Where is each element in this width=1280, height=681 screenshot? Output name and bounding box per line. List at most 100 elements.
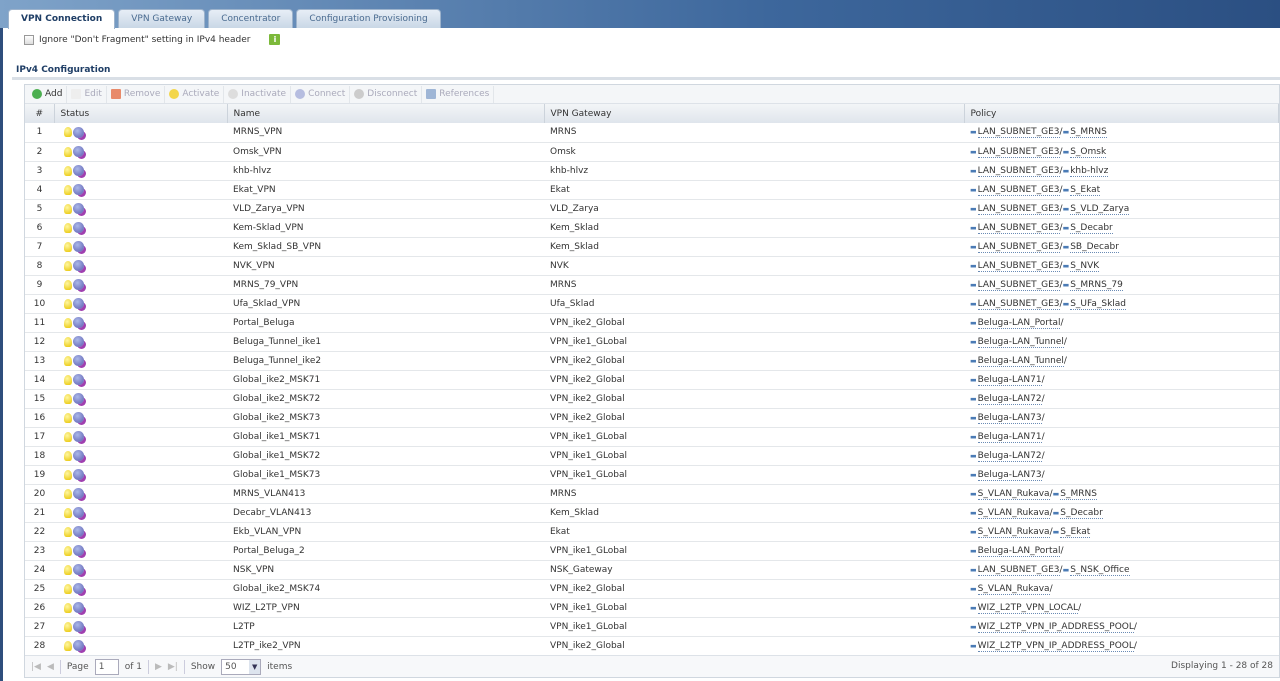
table-row[interactable]: 16 Global_ike2_MSK73 VPN_ike2_Global ▬Be… (25, 408, 1279, 428)
policy-link[interactable]: LAN_SUBNET_GE3 (977, 165, 1060, 177)
table-row[interactable]: 5 VLD_Zarya_VPN VLD_Zarya ▬LAN_SUBNET_GE… (25, 199, 1279, 219)
policy-link[interactable]: Beluga-LAN71 (977, 374, 1042, 386)
table-row[interactable]: 26 WIZ_L2TP_VPN VPN_ike1_GLobal ▬WIZ_L2T… (25, 598, 1279, 618)
references-button[interactable]: References (422, 85, 495, 103)
policy-link[interactable]: S_VLAN_Rukava (977, 526, 1050, 538)
policy-cell: ▬WIZ_L2TP_VPN_LOCAL/ (964, 598, 1279, 618)
policy-link[interactable]: Beluga-LAN72 (977, 450, 1042, 462)
policy-link[interactable]: SB_Decabr (1070, 241, 1119, 253)
connection-icon (73, 469, 84, 480)
table-row[interactable]: 7 Kem_Sklad_SB_VPN Kem_Sklad ▬LAN_SUBNET… (25, 237, 1279, 257)
table-row[interactable]: 13 Beluga_Tunnel_ike2 VPN_ike2_Global ▬B… (25, 351, 1279, 371)
remove-button[interactable]: Remove (107, 85, 166, 103)
per-page-select[interactable]: 50 ▼ (221, 658, 262, 675)
policy-link[interactable]: Beluga-LAN_Tunnel (977, 336, 1064, 348)
policy-link[interactable]: LAN_SUBNET_GE3 (977, 184, 1060, 196)
policy-link[interactable]: S_VLD_Zarya (1070, 203, 1130, 215)
policy-link[interactable]: S_UFa_Sklad (1070, 298, 1127, 310)
table-row[interactable]: 4 Ekat_VPN Ekat ▬LAN_SUBNET_GE3/▬S_Ekat (25, 180, 1279, 200)
table-row[interactable]: 20 MRNS_VLAN413 MRNS ▬S_VLAN_Rukava/▬S_M… (25, 484, 1279, 504)
policy-link[interactable]: WIZ_L2TP_VPN_LOCAL (977, 602, 1079, 614)
policy-link[interactable]: S_Ekat (1070, 184, 1101, 196)
table-row[interactable]: 19 Global_ike1_MSK73 VPN_ike1_GLobal ▬Be… (25, 465, 1279, 485)
table-row[interactable]: 24 NSK_VPN NSK_Gateway ▬LAN_SUBNET_GE3/▬… (25, 560, 1279, 580)
policy-link[interactable]: LAN_SUBNET_GE3 (977, 564, 1060, 576)
tab-vpn-gateway[interactable]: VPN Gateway (118, 9, 206, 28)
table-row[interactable]: 3 khb-hlvz khb-hlvz ▬LAN_SUBNET_GE3/▬khb… (25, 161, 1279, 181)
policy-link[interactable]: Beluga-LAN_Portal (977, 545, 1061, 557)
activate-button[interactable]: Activate (165, 85, 225, 103)
tab-vpn-connection[interactable]: VPN Connection (8, 9, 116, 29)
disconnect-button[interactable]: Disconnect (350, 85, 423, 103)
tab-concentrator[interactable]: Concentrator (208, 9, 294, 28)
col-policy[interactable]: Policy (964, 104, 1279, 123)
policy-link[interactable]: S_Decabr (1070, 222, 1113, 234)
dont-fragment-checkbox[interactable] (24, 34, 34, 45)
table-row[interactable]: 18 Global_ike1_MSK72 VPN_ike1_GLobal ▬Be… (25, 446, 1279, 466)
policy-link[interactable]: LAN_SUBNET_GE3 (977, 260, 1060, 272)
policy-link[interactable]: Beluga-LAN73 (977, 412, 1042, 424)
disconnect-label: Disconnect (367, 89, 418, 99)
col-vpn-gateway[interactable]: VPN Gateway (544, 104, 965, 123)
table-row[interactable]: 14 Global_ike2_MSK71 VPN_ike2_Global ▬Be… (25, 370, 1279, 390)
policy-link[interactable]: S_Decabr (1060, 507, 1103, 519)
table-row[interactable]: 10 Ufa_Sklad_VPN Ufa_Sklad ▬LAN_SUBNET_G… (25, 294, 1279, 314)
dont-fragment-option: Ignore "Don't Fragment" setting in IPv4 … (24, 34, 281, 45)
policy-link[interactable]: S_Omsk (1070, 146, 1107, 158)
policy-link[interactable]: Beluga-LAN72 (977, 393, 1042, 405)
policy-link[interactable]: S_MRNS (1060, 488, 1097, 500)
per-page-value: 50 (225, 661, 237, 672)
policy-link[interactable]: S_VLAN_Rukava (977, 507, 1050, 519)
page-input[interactable]: 1 (94, 658, 119, 675)
policy-link[interactable]: S_NVK (1070, 260, 1100, 272)
table-row[interactable]: 1 MRNS_VPN MRNS ▬LAN_SUBNET_GE3/▬S_MRNS (25, 123, 1279, 143)
col-number[interactable]: # (25, 104, 55, 123)
policy-link[interactable]: S_MRNS_79 (1070, 279, 1123, 291)
add-button[interactable]: Add (28, 85, 68, 103)
col-status[interactable]: Status (54, 104, 228, 123)
table-row[interactable]: 12 Beluga_Tunnel_ike1 VPN_ike1_GLobal ▬B… (25, 332, 1279, 352)
table-row[interactable]: 15 Global_ike2_MSK72 VPN_ike2_Global ▬Be… (25, 389, 1279, 409)
table-row[interactable]: 9 MRNS_79_VPN MRNS ▬LAN_SUBNET_GE3/▬S_MR… (25, 275, 1279, 295)
policy-link[interactable]: LAN_SUBNET_GE3 (977, 279, 1060, 291)
policy-link[interactable]: S_Ekat (1060, 526, 1091, 538)
table-row[interactable]: 8 NVK_VPN NVK ▬LAN_SUBNET_GE3/▬S_NVK (25, 256, 1279, 276)
edit-button[interactable]: Edit (67, 85, 107, 103)
policy-link[interactable]: Beluga-LAN71 (977, 431, 1042, 443)
table-row[interactable]: 17 Global_ike1_MSK71 VPN_ike1_GLobal ▬Be… (25, 427, 1279, 447)
policy-link[interactable]: Beluga-LAN_Tunnel (977, 355, 1064, 367)
inactivate-button[interactable]: Inactivate (224, 85, 292, 103)
info-icon[interactable]: i (269, 34, 281, 45)
policy-link[interactable]: Beluga-LAN_Portal (977, 317, 1061, 329)
policy-link[interactable]: LAN_SUBNET_GE3 (977, 203, 1060, 215)
policy-link[interactable]: S_NSK_Office (1070, 564, 1130, 576)
connect-button[interactable]: Connect (291, 85, 351, 103)
prev-page-button[interactable]: ◀ (47, 662, 54, 672)
next-page-button[interactable]: ▶ (155, 662, 162, 672)
policy-link[interactable]: WIZ_L2TP_VPN_IP_ADDRESS_POOL (977, 621, 1134, 633)
last-page-button[interactable]: ▶| (168, 662, 178, 672)
policy-link[interactable]: S_VLAN_Rukava (977, 583, 1050, 595)
table-row[interactable]: 23 Portal_Beluga_2 VPN_ike1_GLobal ▬Belu… (25, 541, 1279, 561)
table-row[interactable]: 2 Omsk_VPN Omsk ▬LAN_SUBNET_GE3/▬S_Omsk (25, 142, 1279, 162)
policy-link[interactable]: LAN_SUBNET_GE3 (977, 298, 1060, 310)
policy-link[interactable]: LAN_SUBNET_GE3 (977, 241, 1060, 253)
tab-configuration-provisioning[interactable]: Configuration Provisioning (296, 9, 441, 28)
policy-link[interactable]: LAN_SUBNET_GE3 (977, 127, 1060, 139)
table-row[interactable]: 25 Global_ike2_MSK74 VPN_ike2_Global ▬S_… (25, 579, 1279, 599)
policy-link[interactable]: Beluga-LAN73 (977, 469, 1042, 481)
policy-link[interactable]: S_VLAN_Rukava (977, 488, 1050, 500)
table-row[interactable]: 28 L2TP_ike2_VPN VPN_ike2_Global ▬WIZ_L2… (25, 636, 1279, 656)
table-row[interactable]: 27 L2TP VPN_ike1_GLobal ▬WIZ_L2TP_VPN_IP… (25, 617, 1279, 637)
table-row[interactable]: 11 Portal_Beluga VPN_ike2_Global ▬Beluga… (25, 313, 1279, 333)
table-row[interactable]: 6 Kem-Sklad_VPN Kem_Sklad ▬LAN_SUBNET_GE… (25, 218, 1279, 238)
col-name[interactable]: Name (227, 104, 545, 123)
first-page-button[interactable]: |◀ (31, 662, 41, 672)
table-row[interactable]: 22 Ekb_VLAN_VPN Ekat ▬S_VLAN_Rukava/▬S_E… (25, 522, 1279, 542)
policy-link[interactable]: S_MRNS (1070, 127, 1107, 139)
table-row[interactable]: 21 Decabr_VLAN413 Kem_Sklad ▬S_VLAN_Ruka… (25, 503, 1279, 523)
policy-link[interactable]: LAN_SUBNET_GE3 (977, 222, 1060, 234)
policy-link[interactable]: khb-hlvz (1070, 165, 1109, 177)
policy-link[interactable]: LAN_SUBNET_GE3 (977, 146, 1060, 158)
policy-link[interactable]: WIZ_L2TP_VPN_IP_ADDRESS_POOL (977, 640, 1134, 652)
